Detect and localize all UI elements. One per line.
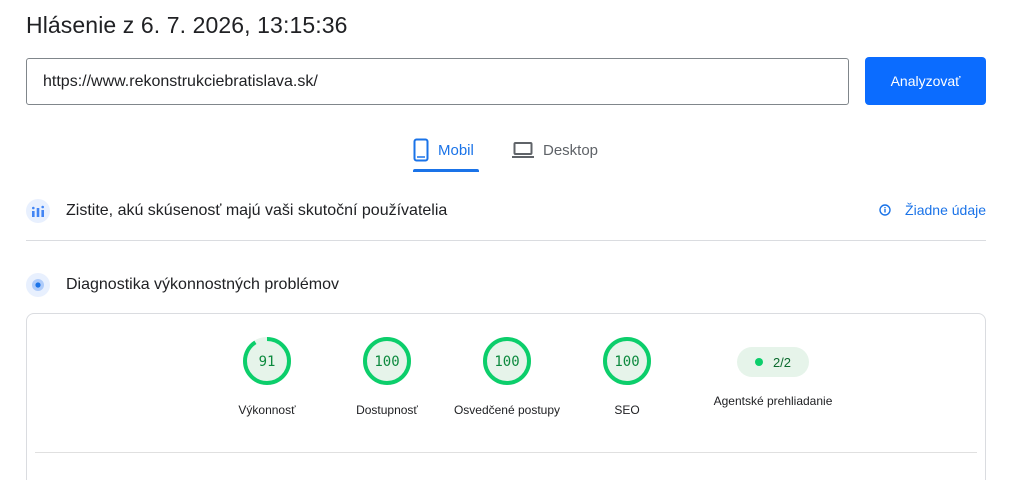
pass-dot-icon	[754, 358, 763, 366]
diagnostics-heading: Diagnostika výkonnostných problémov	[66, 276, 340, 293]
score-ring: 100	[603, 337, 651, 385]
score-label: Osvedčené postupy	[453, 403, 561, 417]
score-label: Dostupnosť	[356, 403, 418, 417]
score-label: SEO	[614, 403, 640, 417]
analyze-button[interactable]: Analyzovať	[865, 57, 986, 105]
no-data-link[interactable]: Žiadne údaje	[879, 202, 986, 218]
users-chart-icon	[26, 199, 50, 223]
diagnostics-section: Diagnostika výkonnostných problémov	[26, 268, 986, 302]
score-gauge[interactable]: 91 Výkonnosť	[207, 336, 327, 420]
score-gauge[interactable]: 100 Osvedčené postupy	[447, 336, 567, 420]
score-ring: 100	[363, 337, 411, 385]
laptop-icon	[512, 141, 534, 159]
tab-desktop-label: Desktop	[543, 141, 599, 159]
info-icon	[879, 204, 891, 216]
score-gauge[interactable]: 100 Dostupnosť	[327, 336, 447, 420]
score-value: 91	[259, 354, 276, 370]
tab-desktop[interactable]: Desktop	[512, 128, 612, 172]
tab-mobile[interactable]: Mobil	[413, 128, 479, 172]
agent-score-value: 2/2	[772, 354, 792, 370]
score-ring: 91	[243, 337, 291, 385]
crux-heading: Zistite, akú skúsenosť majú vaši skutočn…	[66, 202, 448, 219]
agent-score-label: Agentské prehliadanie	[713, 394, 833, 408]
page-title: Hlásenie z 6. 7. 2026, 13:15:36	[26, 12, 348, 38]
score-gauge[interactable]: 100 SEO	[567, 336, 687, 420]
device-tabs: Mobil Desktop	[0, 128, 1010, 172]
card-divider	[35, 452, 977, 453]
scores-card: 91 Výkonnosť 100 Dostupnosť 100 Osvedčené pos…	[26, 313, 986, 480]
agent-gauge[interactable]: 2/2 Agentské prehliadanie	[713, 336, 833, 411]
score-value: 100	[614, 354, 639, 370]
agent-score-badge: 2/2	[737, 347, 809, 377]
smartphone-icon	[413, 138, 429, 162]
tab-mobile-label: Mobil	[438, 141, 474, 159]
score-value: 100	[374, 354, 399, 370]
section-divider	[26, 240, 986, 241]
score-value: 100	[494, 354, 519, 370]
crux-section: Zistite, akú skúsenosť majú vaši skutočn…	[26, 194, 986, 228]
no-data-label: Žiadne údaje	[905, 202, 986, 218]
score-label: Výkonnosť	[238, 403, 296, 417]
score-ring: 100	[483, 337, 531, 385]
url-input[interactable]	[26, 58, 849, 105]
lighthouse-icon	[26, 273, 50, 297]
